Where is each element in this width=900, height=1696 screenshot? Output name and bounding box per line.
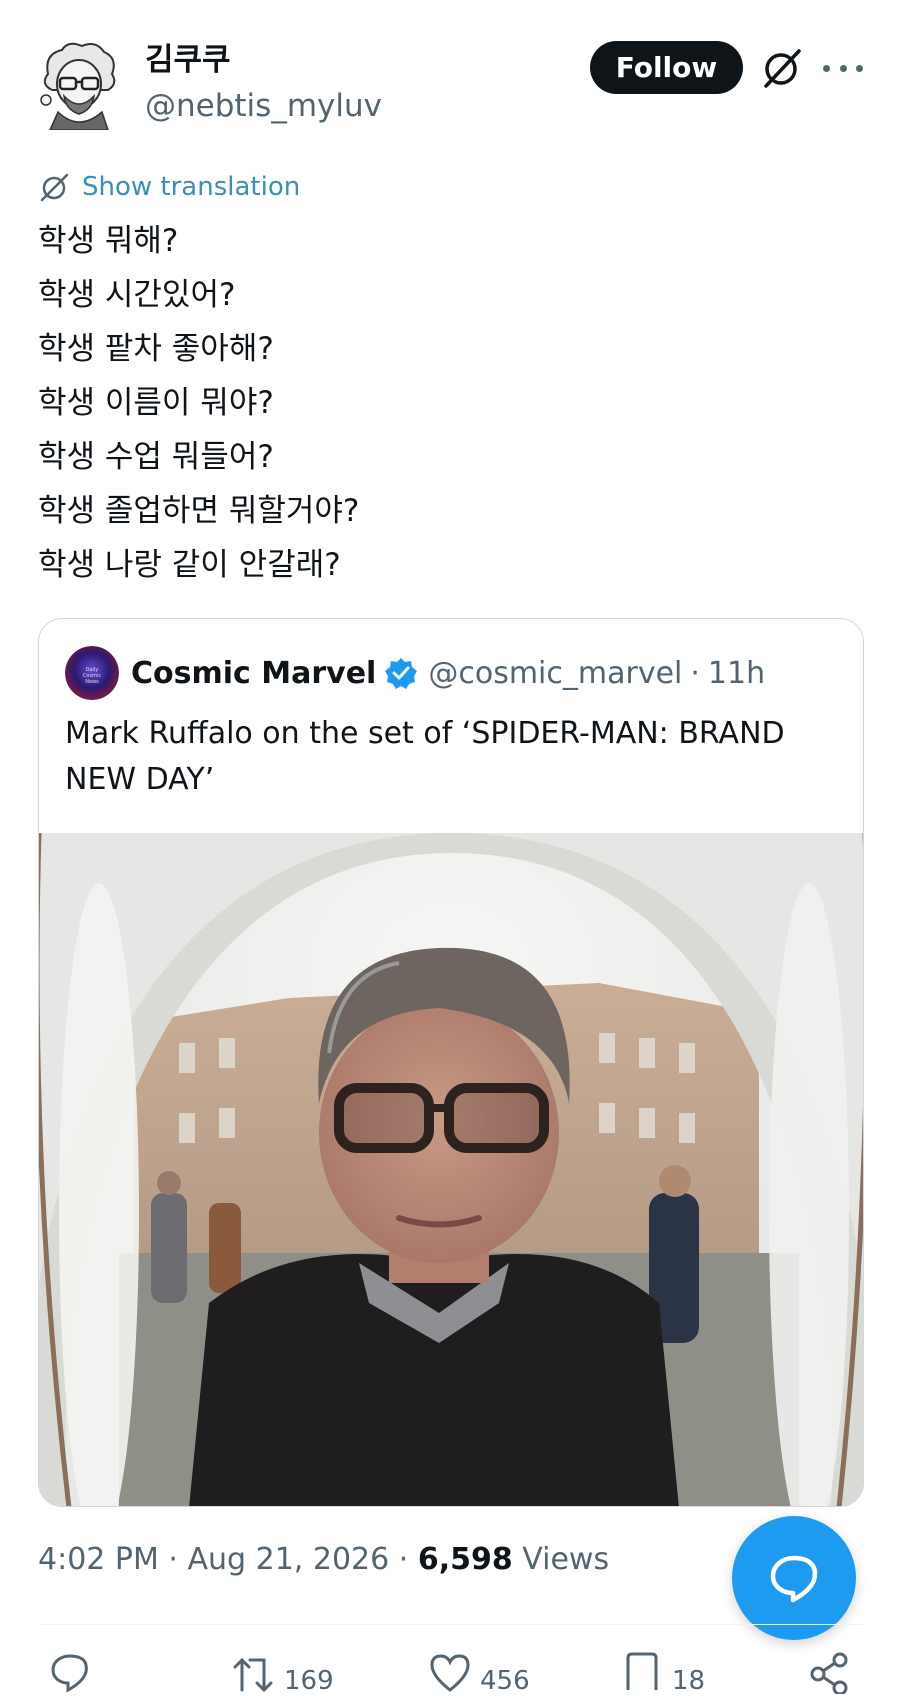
post-line: 학생 뭐해? <box>38 223 179 259</box>
more-icon[interactable] <box>823 50 863 86</box>
translate-icon <box>40 173 69 202</box>
quoted-handle[interactable]: @cosmic_marvel <box>428 656 682 691</box>
repost-button[interactable]: 169 <box>232 1650 334 1696</box>
quoted-post-header: Daily Cosmic News Cosmic Marvel @cosmic_… <box>65 645 765 701</box>
avatar[interactable] <box>38 40 120 131</box>
like-button[interactable]: 456 <box>428 1650 530 1696</box>
show-translation[interactable]: Show translation <box>38 168 300 206</box>
post-line: 학생 수업 뭐들어? <box>38 439 274 475</box>
like-count: 456 <box>480 1666 530 1696</box>
quoted-text: Mark Ruffalo on the set of ‘SPIDER-MAN: … <box>65 716 785 797</box>
post-line: 학생 이름이 뭐야? <box>38 385 274 421</box>
repost-count: 169 <box>284 1666 334 1696</box>
grok-icon[interactable] <box>760 46 804 90</box>
share-icon <box>810 1652 848 1694</box>
quoted-post[interactable]: Daily Cosmic News Cosmic Marvel @cosmic_… <box>38 618 864 1507</box>
post-line: 학생 나랑 같이 안갈래? <box>38 547 341 583</box>
follow-button[interactable]: Follow <box>590 41 743 94</box>
separator: · <box>690 655 700 691</box>
verified-badge-icon <box>385 658 418 689</box>
post-meta: 4:02 PM · Aug 21, 2026 · 6,598 Views <box>38 1542 609 1577</box>
separator: · <box>158 1542 188 1577</box>
bookmark-count: 18 <box>672 1666 706 1696</box>
post-time[interactable]: 4:02 PM <box>38 1542 159 1577</box>
reply-button[interactable] <box>48 1650 100 1696</box>
post-line: 학생 팥차 좋아해? <box>38 331 274 367</box>
share-button[interactable] <box>808 1650 852 1696</box>
reply-icon <box>51 1654 88 1693</box>
post-header: 김쿠쿠 @nebtis_myluv Follow <box>0 0 900 140</box>
author-handle[interactable]: @nebtis_myluv <box>145 86 382 126</box>
post-line: 학생 시간있어? <box>38 277 236 313</box>
chat-bubble-icon <box>770 1555 818 1603</box>
post-date[interactable]: Aug 21, 2026 <box>188 1542 390 1577</box>
views-label: Views <box>512 1542 610 1577</box>
display-name[interactable]: 김쿠쿠 <box>145 40 231 80</box>
reply-fab-button[interactable] <box>732 1516 856 1640</box>
post-text: 학생 뭐해? 학생 시간있어? 학생 팥차 좋아해? 학생 이름이 뭐야? 학생… <box>38 214 359 592</box>
svg-text:News: News <box>85 679 99 685</box>
quoted-display-name[interactable]: Cosmic Marvel <box>131 656 376 691</box>
action-bar: 169 456 18 <box>0 1650 900 1696</box>
quoted-avatar[interactable]: Daily Cosmic News <box>65 646 119 700</box>
views-count: 6,598 <box>417 1542 513 1577</box>
separator: · <box>389 1542 418 1577</box>
post-line: 학생 졸업하면 뭐할거야? <box>38 493 360 529</box>
cartoon-avatar-icon <box>40 42 116 131</box>
bookmark-icon <box>626 1652 658 1690</box>
divider <box>38 1624 864 1625</box>
repost-icon <box>233 1657 273 1693</box>
quoted-photo[interactable] <box>39 833 864 1507</box>
heart-icon <box>430 1654 470 1692</box>
show-translation-label: Show translation <box>82 172 301 202</box>
bookmark-button[interactable]: 18 <box>620 1650 705 1696</box>
quoted-timestamp[interactable]: 11h <box>708 656 765 691</box>
